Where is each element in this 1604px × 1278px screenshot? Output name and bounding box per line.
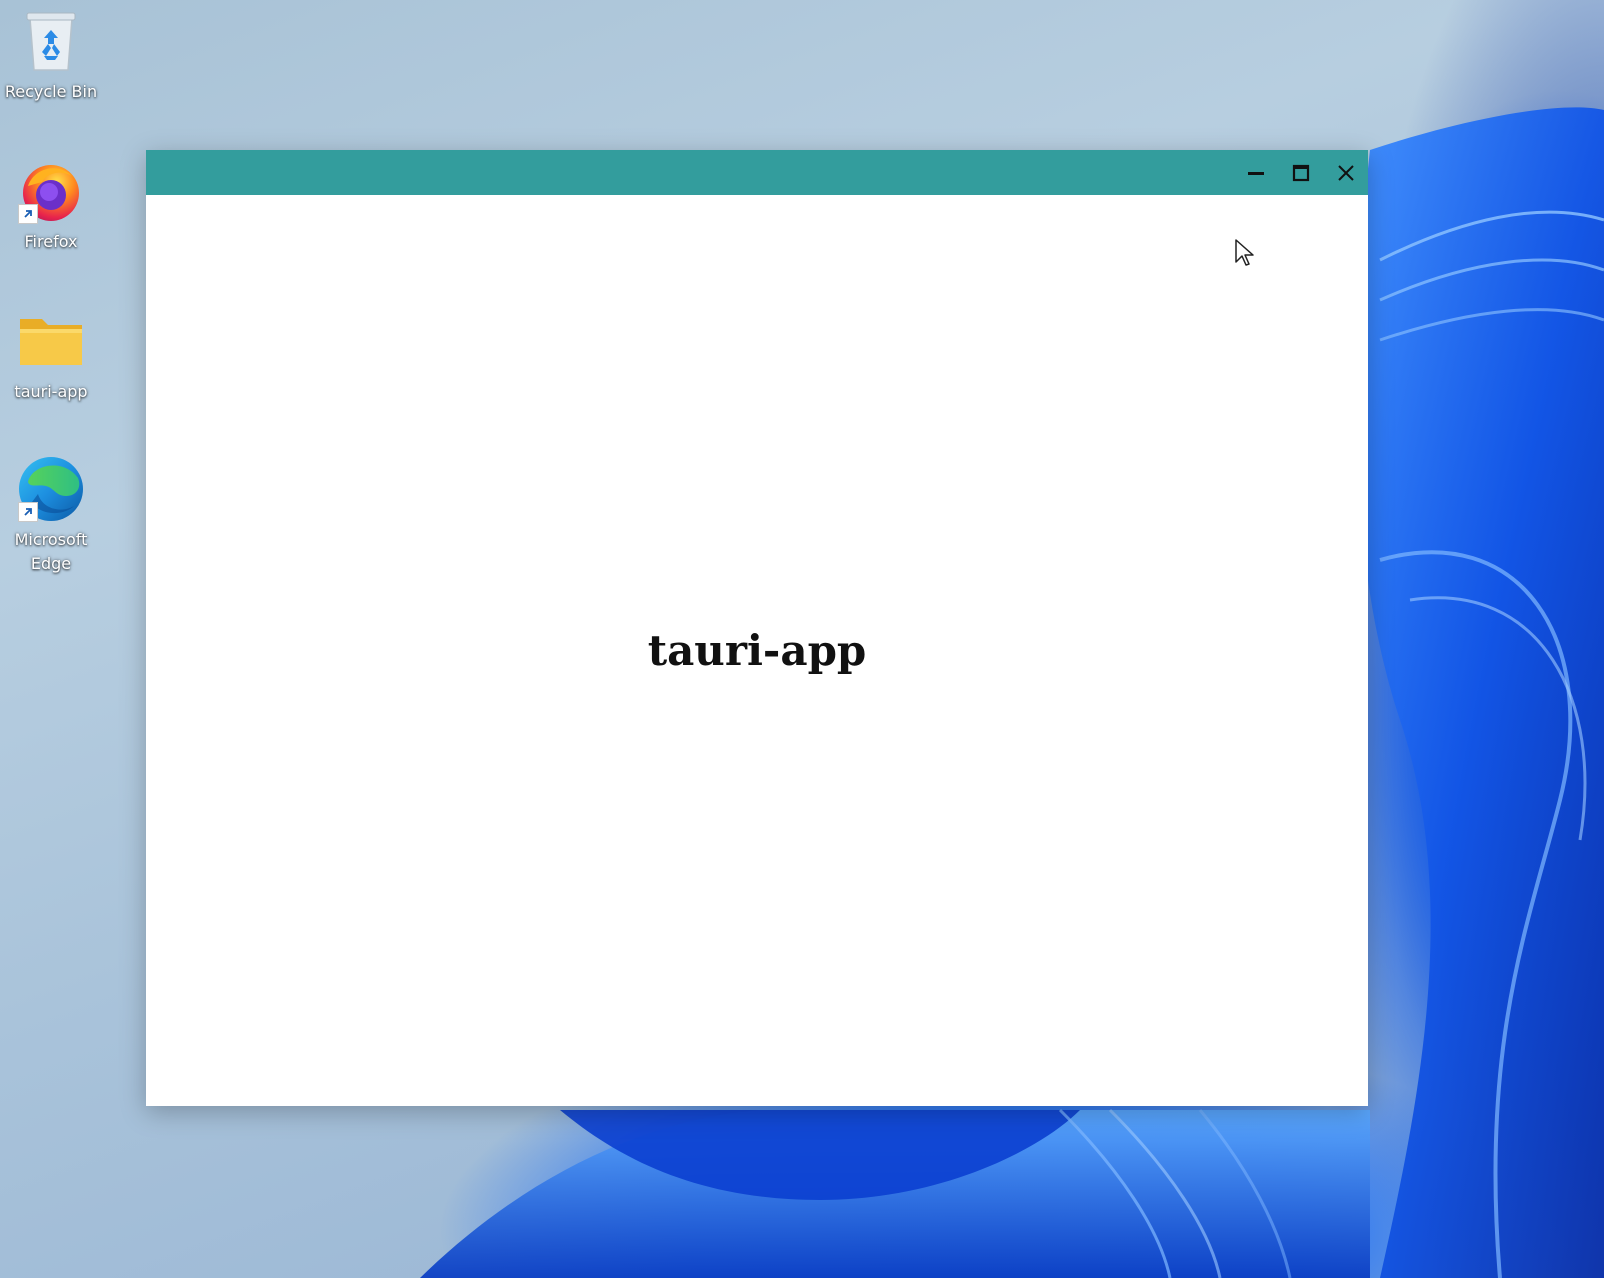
desktop-icon-label: Microsoft Edge xyxy=(14,530,88,573)
app-heading: tauri-app xyxy=(647,626,867,675)
shortcut-arrow-icon xyxy=(18,502,38,522)
desktop-icon-recycle-bin[interactable]: Recycle Bin xyxy=(2,6,100,104)
desktop-icon-label: tauri-app xyxy=(14,382,88,401)
window-controls xyxy=(1233,150,1368,195)
firefox-icon xyxy=(16,156,86,226)
folder-icon xyxy=(16,306,86,376)
app-content: tauri-app xyxy=(146,195,1368,1106)
desktop-icon-tauri-app-folder[interactable]: tauri-app xyxy=(2,306,100,404)
maximize-button[interactable] xyxy=(1278,150,1323,195)
close-icon xyxy=(1337,164,1354,181)
minimize-icon xyxy=(1247,171,1264,175)
app-window: tauri-app xyxy=(146,150,1368,1106)
title-bar[interactable] xyxy=(146,150,1368,195)
edge-icon xyxy=(16,454,86,524)
desktop-icon-firefox[interactable]: Firefox xyxy=(2,156,100,254)
recycle-bin-icon xyxy=(16,6,86,76)
desktop-icon-microsoft-edge[interactable]: Microsoft Edge xyxy=(2,454,100,576)
shortcut-arrow-icon xyxy=(18,204,38,224)
desktop-icon-label: Recycle Bin xyxy=(4,82,98,101)
desktop-icon-label: Firefox xyxy=(24,232,78,251)
maximize-icon xyxy=(1292,164,1309,181)
close-button[interactable] xyxy=(1323,150,1368,195)
minimize-button[interactable] xyxy=(1233,150,1278,195)
